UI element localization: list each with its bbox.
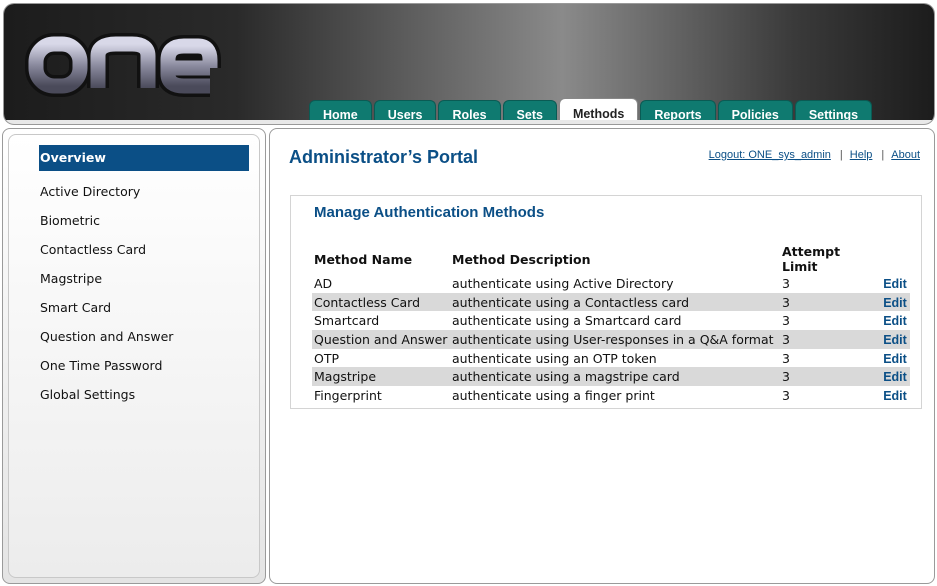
link-separator: | <box>881 149 885 161</box>
tab-roles[interactable]: Roles <box>438 100 501 124</box>
attempt-limit: 3 <box>782 350 790 366</box>
one-logo <box>25 33 221 97</box>
tab-users[interactable]: Users <box>373 100 437 124</box>
tab-settings[interactable]: Settings <box>794 100 873 124</box>
tab-methods[interactable]: Methods <box>558 98 639 124</box>
edit-link[interactable]: Edit <box>883 352 907 366</box>
sidebar-item-overview[interactable]: Overview <box>39 145 249 171</box>
attempt-limit: 3 <box>782 387 790 403</box>
about-link[interactable]: About <box>891 149 920 161</box>
top-links: Logout: ONE_sys_admin | Help | About <box>709 149 920 161</box>
method-name: Smartcard <box>314 313 380 329</box>
table-row: Contactless Card authenticate using a Co… <box>312 292 910 312</box>
methods-panel: Manage Authentication Methods Method Nam… <box>290 195 922 409</box>
method-description: authenticate using a finger print <box>452 387 655 403</box>
method-description: authenticate using an OTP token <box>452 350 657 366</box>
sidebar-item-one-time-password[interactable]: One Time Password <box>39 353 249 379</box>
edit-link[interactable]: Edit <box>883 333 907 347</box>
table-row: OTP authenticate using an OTP token 3 Ed… <box>312 349 910 368</box>
tab-sets[interactable]: Sets <box>502 100 557 124</box>
method-description: authenticate using Active Directory <box>452 275 674 291</box>
tab-policies[interactable]: Policies <box>717 100 793 124</box>
logout-link[interactable]: Logout: ONE_sys_admin <box>709 149 831 161</box>
table-row: Magstripe authenticate using a magstripe… <box>312 367 910 387</box>
methods-table: Method Name Method Description Attempt L… <box>312 244 910 405</box>
attempt-limit: 3 <box>780 292 880 312</box>
attempt-limit: 3 <box>780 367 880 387</box>
sidebar-item-active-directory[interactable]: Active Directory <box>39 179 249 205</box>
method-name: OTP <box>314 350 340 366</box>
link-separator: | <box>839 149 843 161</box>
column-header-method-description: Method Description <box>452 251 591 267</box>
attempt-limit: 3 <box>782 275 790 291</box>
attempt-limit: 3 <box>782 313 790 329</box>
help-link[interactable]: Help <box>850 149 873 161</box>
table-row: Fingerprint authenticate using a finger … <box>312 386 910 405</box>
page-title: Administrator’s Portal <box>289 147 479 167</box>
sidebar-item-question-and-answer[interactable]: Question and Answer <box>39 324 249 350</box>
table-row: AD authenticate using Active Directory 3… <box>312 274 910 293</box>
column-header-actions <box>880 244 910 274</box>
method-description: authenticate using a Contactless card <box>450 292 780 312</box>
column-header-attempt-limit: Attempt Limit <box>782 244 841 274</box>
method-name: AD <box>314 275 333 291</box>
method-name: Question and Answer <box>312 330 450 349</box>
method-name: Magstripe <box>312 367 450 387</box>
sidebar-item-biometric[interactable]: Biometric <box>39 208 249 234</box>
sidebar: Overview Active Directory Biometric Cont… <box>2 128 266 584</box>
method-name: Contactless Card <box>312 292 450 312</box>
method-description: authenticate using a Smartcard card <box>452 313 682 329</box>
sidebar-item-global-settings[interactable]: Global Settings <box>39 382 249 408</box>
method-description: authenticate using a magstripe card <box>450 367 780 387</box>
tab-home[interactable]: Home <box>309 100 372 124</box>
edit-link[interactable]: Edit <box>883 370 907 384</box>
edit-link[interactable]: Edit <box>883 296 907 310</box>
panel-title: Manage Authentication Methods <box>314 204 545 221</box>
sidebar-item-smart-card[interactable]: Smart Card <box>39 295 249 321</box>
main-tabs: Home Users Roles Sets Methods Reports Po… <box>309 98 873 124</box>
sidebar-panel: Overview Active Directory Biometric Cont… <box>8 134 260 578</box>
sidebar-item-contactless-card[interactable]: Contactless Card <box>39 237 249 263</box>
method-description: authenticate using User-responses in a Q… <box>450 330 780 349</box>
table-row: Smartcard authenticate using a Smartcard… <box>312 311 910 330</box>
table-header-row: Method Name Method Description Attempt L… <box>312 244 910 274</box>
method-name: Fingerprint <box>314 387 382 403</box>
tab-reports[interactable]: Reports <box>640 100 716 124</box>
header-banner: Home Users Roles Sets Methods Reports Po… <box>4 4 934 124</box>
edit-link[interactable]: Edit <box>883 277 907 291</box>
edit-link[interactable]: Edit <box>883 314 907 328</box>
table-row: Question and Answer authenticate using U… <box>312 330 910 349</box>
attempt-limit: 3 <box>780 330 880 349</box>
edit-link[interactable]: Edit <box>883 389 907 403</box>
sidebar-item-magstripe[interactable]: Magstripe <box>39 266 249 292</box>
main-content: Administrator’s Portal Logout: ONE_sys_a… <box>269 128 935 584</box>
column-header-method-name: Method Name <box>314 251 413 267</box>
